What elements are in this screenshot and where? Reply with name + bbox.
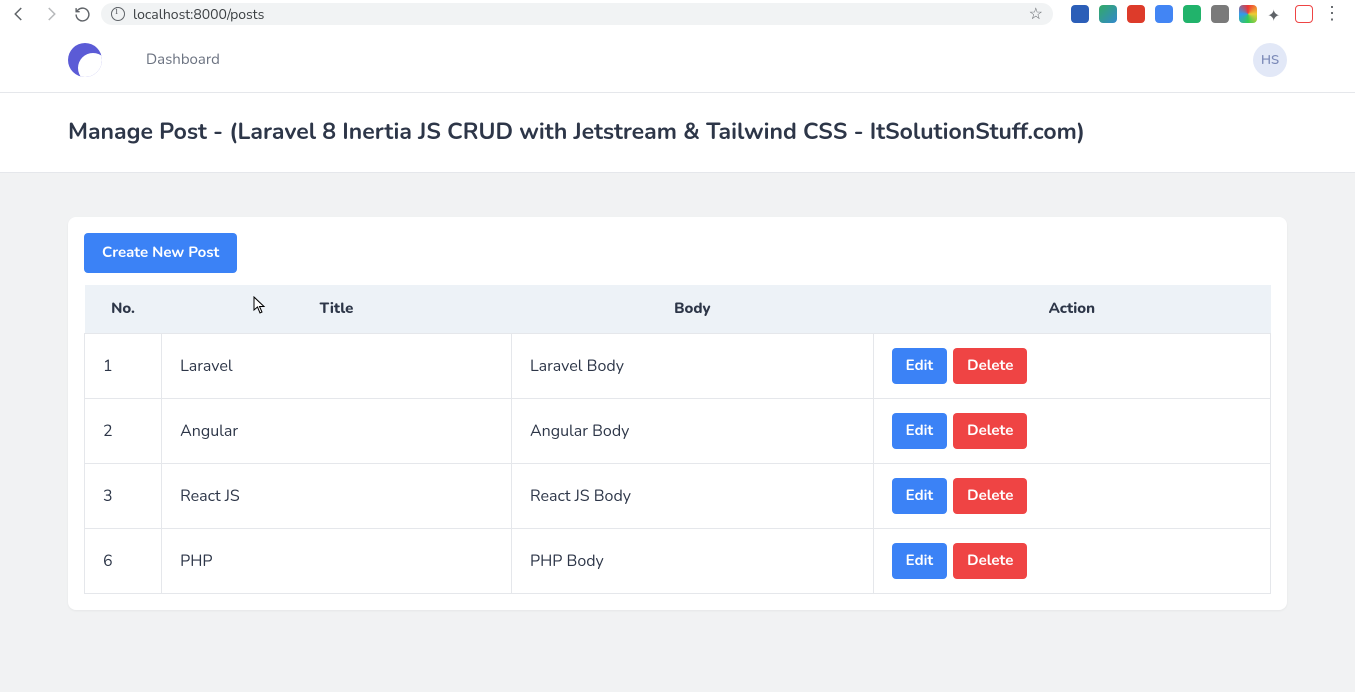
ext-icon-5[interactable]: [1183, 5, 1201, 23]
extensions-tray: ✦ ⋮: [1063, 5, 1349, 23]
ext-icon-6[interactable]: [1211, 5, 1229, 23]
th-title: Title: [162, 285, 512, 334]
table-row: 2AngularAngular BodyEditDelete: [85, 399, 1271, 464]
cell-title: Laravel: [162, 334, 512, 399]
site-info-icon[interactable]: [111, 7, 125, 21]
create-post-button[interactable]: Create New Post: [84, 233, 237, 273]
delete-button[interactable]: Delete: [953, 413, 1027, 449]
extensions-icon[interactable]: ✦: [1267, 5, 1285, 23]
ext-icon-8[interactable]: [1295, 5, 1313, 23]
table-row: 1LaravelLaravel BodyEditDelete: [85, 334, 1271, 399]
cell-action: EditDelete: [873, 334, 1270, 399]
edit-button[interactable]: Edit: [892, 348, 948, 384]
cell-no: 1: [85, 334, 162, 399]
ext-icon-2[interactable]: [1099, 5, 1117, 23]
cell-no: 6: [85, 529, 162, 594]
table-row: 6PHPPHP BodyEditDelete: [85, 529, 1271, 594]
user-avatar[interactable]: HS: [1253, 43, 1287, 77]
edit-button[interactable]: Edit: [892, 413, 948, 449]
cell-action: EditDelete: [873, 399, 1270, 464]
edit-button[interactable]: Edit: [892, 478, 948, 514]
table-row: 3React JSReact JS BodyEditDelete: [85, 464, 1271, 529]
table-header-row: No. Title Body Action: [85, 285, 1271, 334]
edit-button[interactable]: Edit: [892, 543, 948, 579]
cell-body: Laravel Body: [511, 334, 873, 399]
app-navbar: Dashboard HS: [0, 28, 1355, 93]
ext-icon-3[interactable]: [1127, 5, 1145, 23]
app-logo-icon[interactable]: [68, 43, 102, 77]
cell-body: React JS Body: [511, 464, 873, 529]
posts-card: Create New Post No. Title Body Action 1L…: [68, 217, 1287, 610]
th-action: Action: [873, 285, 1270, 334]
browser-toolbar: localhost:8000/posts ☆ ✦ ⋮: [0, 0, 1355, 28]
nav-link-dashboard[interactable]: Dashboard: [146, 50, 220, 70]
delete-button[interactable]: Delete: [953, 478, 1027, 514]
delete-button[interactable]: Delete: [953, 543, 1027, 579]
ext-icon-7[interactable]: [1239, 5, 1257, 23]
cell-body: PHP Body: [511, 529, 873, 594]
cell-title: PHP: [162, 529, 512, 594]
ext-icon-1[interactable]: [1071, 5, 1089, 23]
reload-icon[interactable]: [74, 6, 91, 23]
cell-action: EditDelete: [873, 464, 1270, 529]
bookmark-star-icon[interactable]: ☆: [1029, 3, 1043, 25]
delete-button[interactable]: Delete: [953, 348, 1027, 384]
cell-no: 2: [85, 399, 162, 464]
cell-title: Angular: [162, 399, 512, 464]
cell-action: EditDelete: [873, 529, 1270, 594]
page-header: Manage Post - (Laravel 8 Inertia JS CRUD…: [0, 93, 1355, 173]
ext-icon-4[interactable]: [1155, 5, 1173, 23]
posts-table: No. Title Body Action 1LaravelLaravel Bo…: [84, 285, 1271, 594]
cell-no: 3: [85, 464, 162, 529]
chrome-menu-icon[interactable]: ⋮: [1323, 5, 1341, 23]
url-text: localhost:8000/posts: [133, 5, 264, 24]
th-no: No.: [85, 285, 162, 334]
address-bar[interactable]: localhost:8000/posts ☆: [101, 3, 1053, 25]
th-body: Body: [511, 285, 873, 334]
cell-body: Angular Body: [511, 399, 873, 464]
forward-icon[interactable]: [42, 5, 60, 23]
page-title: Manage Post - (Laravel 8 Inertia JS CRUD…: [68, 117, 1287, 148]
cell-title: React JS: [162, 464, 512, 529]
back-icon[interactable]: [10, 5, 28, 23]
